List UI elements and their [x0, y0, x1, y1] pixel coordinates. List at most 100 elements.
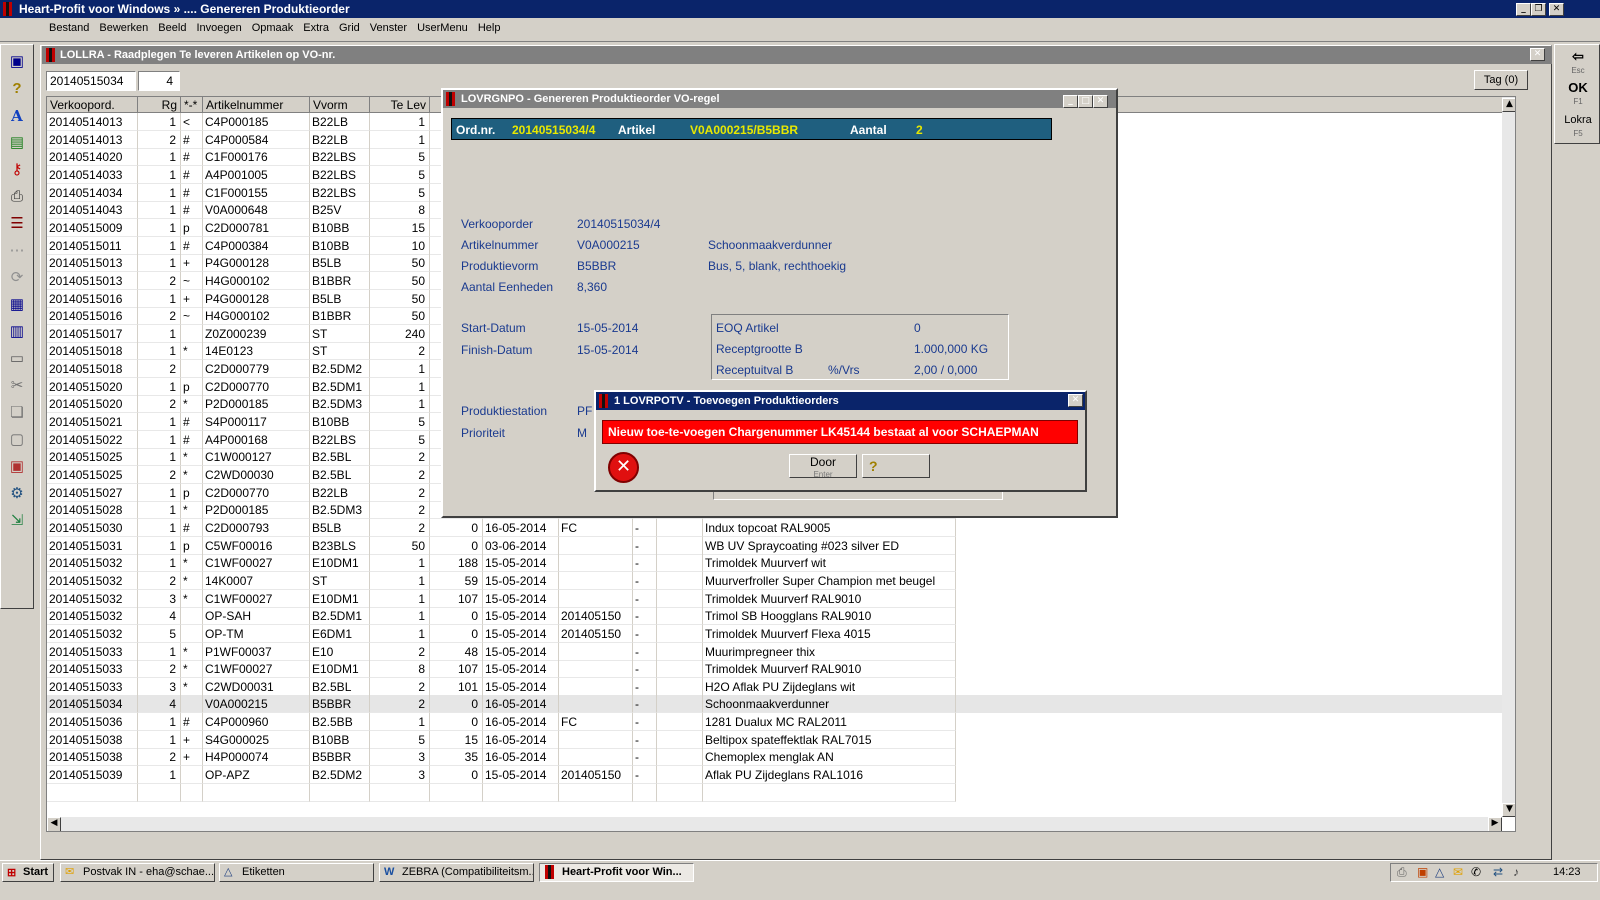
panel-icon[interactable]: ▭ — [6, 349, 28, 369]
help-icon[interactable]: ? — [6, 79, 28, 99]
scroll-right-icon[interactable]: ▶ — [1488, 817, 1502, 831]
vertical-scrollbar[interactable]: ▲ ▼ — [1502, 97, 1515, 817]
restore-icon[interactable]: ❐ — [1531, 3, 1546, 17]
report-icon[interactable]: ▦ — [6, 295, 28, 315]
taskbar-item-word[interactable]: W ZEBRA (Compatibiliteitsm... — [379, 863, 534, 882]
vo-number-input[interactable]: 20140515034 — [46, 71, 136, 91]
lov-maximize-icon[interactable]: □ — [1078, 94, 1093, 108]
cell-status: - — [633, 624, 657, 643]
tray-outlook-icon[interactable]: ✉ — [1453, 865, 1463, 879]
menu-opmaak[interactable]: Opmaak — [247, 19, 299, 37]
col-header-te-lev[interactable]: Te Lev — [370, 97, 430, 113]
lokra-button[interactable]: Lokra F5 — [1558, 111, 1598, 141]
finish-datum-value[interactable]: 15-05-2014 — [577, 343, 638, 357]
table-row[interactable]: 20140515033 1 * P1WF00037 E10 2 48 15-05-2014 - M… — [47, 642, 1515, 661]
menu-bestand[interactable]: Bestand — [44, 19, 94, 37]
table-row[interactable]: 20140515033 2 * C1WF00027 E10DM1 8 107 15-05-20… — [47, 660, 1515, 679]
cell-verkooporder: 20140515031 — [47, 536, 138, 555]
font-icon[interactable]: A — [6, 106, 28, 126]
col-header-vvorm[interactable]: Vvorm — [310, 97, 370, 113]
col-header-rg[interactable]: Rg — [138, 97, 181, 113]
table-row[interactable]: 20140515032 5 OP-TM E6DM1 1 0 15-05-2014 201405… — [47, 624, 1515, 643]
form-icon[interactable]: ▤ — [6, 133, 28, 153]
horizontal-scrollbar[interactable]: ◀ ▶ — [47, 817, 1502, 831]
tray-speaker-icon[interactable]: ♪ — [1513, 865, 1519, 879]
table-row[interactable]: 20140515032 3 * C1WF00027 E10DM1 1 107 15-05-20… — [47, 589, 1515, 608]
table-row[interactable]: 20140515032 4 OP-SAH B2.5DM1 1 0 15-05-2014 201… — [47, 607, 1515, 626]
table-row[interactable] — [47, 783, 1515, 802]
cell-datum: 15-05-2014 — [483, 607, 559, 626]
menu-extra[interactable]: Extra — [298, 19, 334, 37]
list-icon[interactable]: ☰ — [6, 214, 28, 234]
close-icon[interactable]: ✕ — [1549, 3, 1564, 17]
menu-venster[interactable]: Venster — [365, 19, 412, 37]
error-close-icon[interactable]: ✕ — [1068, 394, 1083, 407]
help-button[interactable]: ? — [862, 454, 930, 478]
start-button[interactable]: ⊞ Start — [2, 863, 54, 882]
taskbar-item-heart-profit[interactable]: Heart-Profit voor Win... — [539, 863, 694, 882]
tray-app-icon[interactable]: ▣ — [1417, 865, 1428, 879]
key-icon[interactable]: ⚷ — [6, 160, 28, 180]
taskbar-item-etiketten[interactable]: △ Etiketten — [219, 863, 374, 882]
table-row[interactable]: 20140515032 1 * C1WF00027 E10DM1 1 188 15-05-20… — [47, 554, 1515, 573]
menu-beeld[interactable]: Beeld — [153, 19, 191, 37]
tray-printer-icon[interactable]: ⎙ — [1397, 865, 1407, 880]
menu-grid[interactable]: Grid — [334, 19, 365, 37]
scroll-down-icon[interactable]: ▼ — [1502, 803, 1515, 817]
copy-icon[interactable]: ❏ — [6, 403, 28, 423]
prioriteit-label: Prioriteit — [461, 426, 506, 440]
door-button[interactable]: Door Enter — [789, 454, 857, 479]
refresh-icon[interactable]: ⟳ — [6, 268, 28, 288]
cut-icon[interactable]: ✂ — [6, 376, 28, 396]
app-title: Heart-Profit voor Windows » .... Generer… — [19, 2, 350, 16]
table-row[interactable]: 20140515033 3 * C2WD00031 B2.5BL 2 101 15-05-20… — [47, 677, 1515, 696]
exit-icon[interactable]: ⇲ — [6, 511, 28, 531]
table-row[interactable]: 20140515036 1 # C4P000960 B2.5BB 1 0 16-05-2014… — [47, 713, 1515, 732]
table-row[interactable]: 20140515034 4 V0A000215 B5BBR 2 0 16-05-2014 - S… — [47, 695, 1515, 714]
print-icon[interactable]: ⎙ — [6, 187, 28, 207]
scroll-up-icon[interactable]: ▲ — [1502, 97, 1515, 112]
tag-button[interactable]: Tag (0) — [1474, 70, 1528, 90]
lov-minimize-icon[interactable]: _ — [1063, 94, 1078, 108]
esc-button[interactable]: ⇦ Esc — [1558, 47, 1598, 77]
tools-icon[interactable]: ⚙ — [6, 484, 28, 504]
menu-bewerken[interactable]: Bewerken — [94, 19, 153, 37]
lokra-key: F5 — [1573, 129, 1583, 138]
dots-icon[interactable]: ⋯ — [6, 241, 28, 261]
col-header-artikelnummer[interactable]: Artikelnummer — [203, 97, 310, 113]
table-row[interactable]: 20140515032 2 * 14K0007 ST 1 59 15-05-2014 - Muur… — [47, 571, 1515, 590]
table-row[interactable]: 20140515031 1 p C5WF00016 B23BLS 50 0 03-06-201… — [47, 536, 1515, 555]
child-close-icon[interactable]: ✕ — [1530, 48, 1545, 61]
scroll-left-icon[interactable]: ◀ — [47, 817, 61, 831]
menu-invoegen[interactable]: Invoegen — [191, 19, 246, 37]
taskbar-item-outlook[interactable]: ✉ Postvak IN - eha@schae... — [60, 863, 215, 882]
tray-mail-icon[interactable]: ✆ — [1471, 865, 1481, 879]
tray-network-icon[interactable]: ⇄ — [1493, 865, 1503, 879]
tray-etiketten-icon[interactable]: △ — [1435, 865, 1444, 879]
start-datum-value[interactable]: 15-05-2014 — [577, 321, 638, 335]
clear-icon[interactable]: ▣ — [6, 457, 28, 477]
table-row[interactable]: 20140515030 1 # C2D000793 B5LB 2 0 16-05-2014 FC… — [47, 518, 1515, 537]
rg-input[interactable]: 4 — [138, 71, 180, 91]
produktiestation-value[interactable]: PF — [577, 404, 592, 418]
cell-omschrijving: Trimoldek Muurverf wit — [703, 554, 956, 573]
minimize-icon[interactable]: _ — [1516, 3, 1531, 17]
paste-icon[interactable]: ▢ — [6, 430, 28, 450]
window-icon[interactable]: ▣ — [6, 52, 28, 72]
col-header-verkooporder[interactable]: Verkoopord. — [47, 97, 138, 113]
menu-usermenu[interactable]: UserMenu — [412, 19, 473, 37]
col-header-flag[interactable]: *-* — [181, 97, 203, 113]
cell-voorraad: 48 — [430, 642, 483, 661]
table-row[interactable]: 20140515039 1 OP-APZ B2.5DM2 3 0 15-05-2014 201… — [47, 766, 1515, 785]
chart-icon[interactable]: ▥ — [6, 322, 28, 342]
ok-button[interactable]: OK F1 — [1558, 79, 1598, 109]
prioriteit-value[interactable]: M — [577, 426, 587, 440]
menu-help[interactable]: Help — [473, 19, 506, 37]
cell-te-lev: 1 — [370, 377, 430, 396]
table-row[interactable]: 20140515038 2 + H4P000074 B5BBR 3 35 16-05-2014… — [47, 748, 1515, 767]
lov-close-icon[interactable]: ✕ — [1093, 94, 1108, 108]
label-app-icon: △ — [224, 866, 233, 878]
cell-rg: 1 — [138, 183, 181, 202]
table-row[interactable]: 20140515038 1 + S4G000025 B10BB 5 15 16-05-2014… — [47, 730, 1515, 749]
cell-voorraad: 0 — [430, 766, 483, 785]
